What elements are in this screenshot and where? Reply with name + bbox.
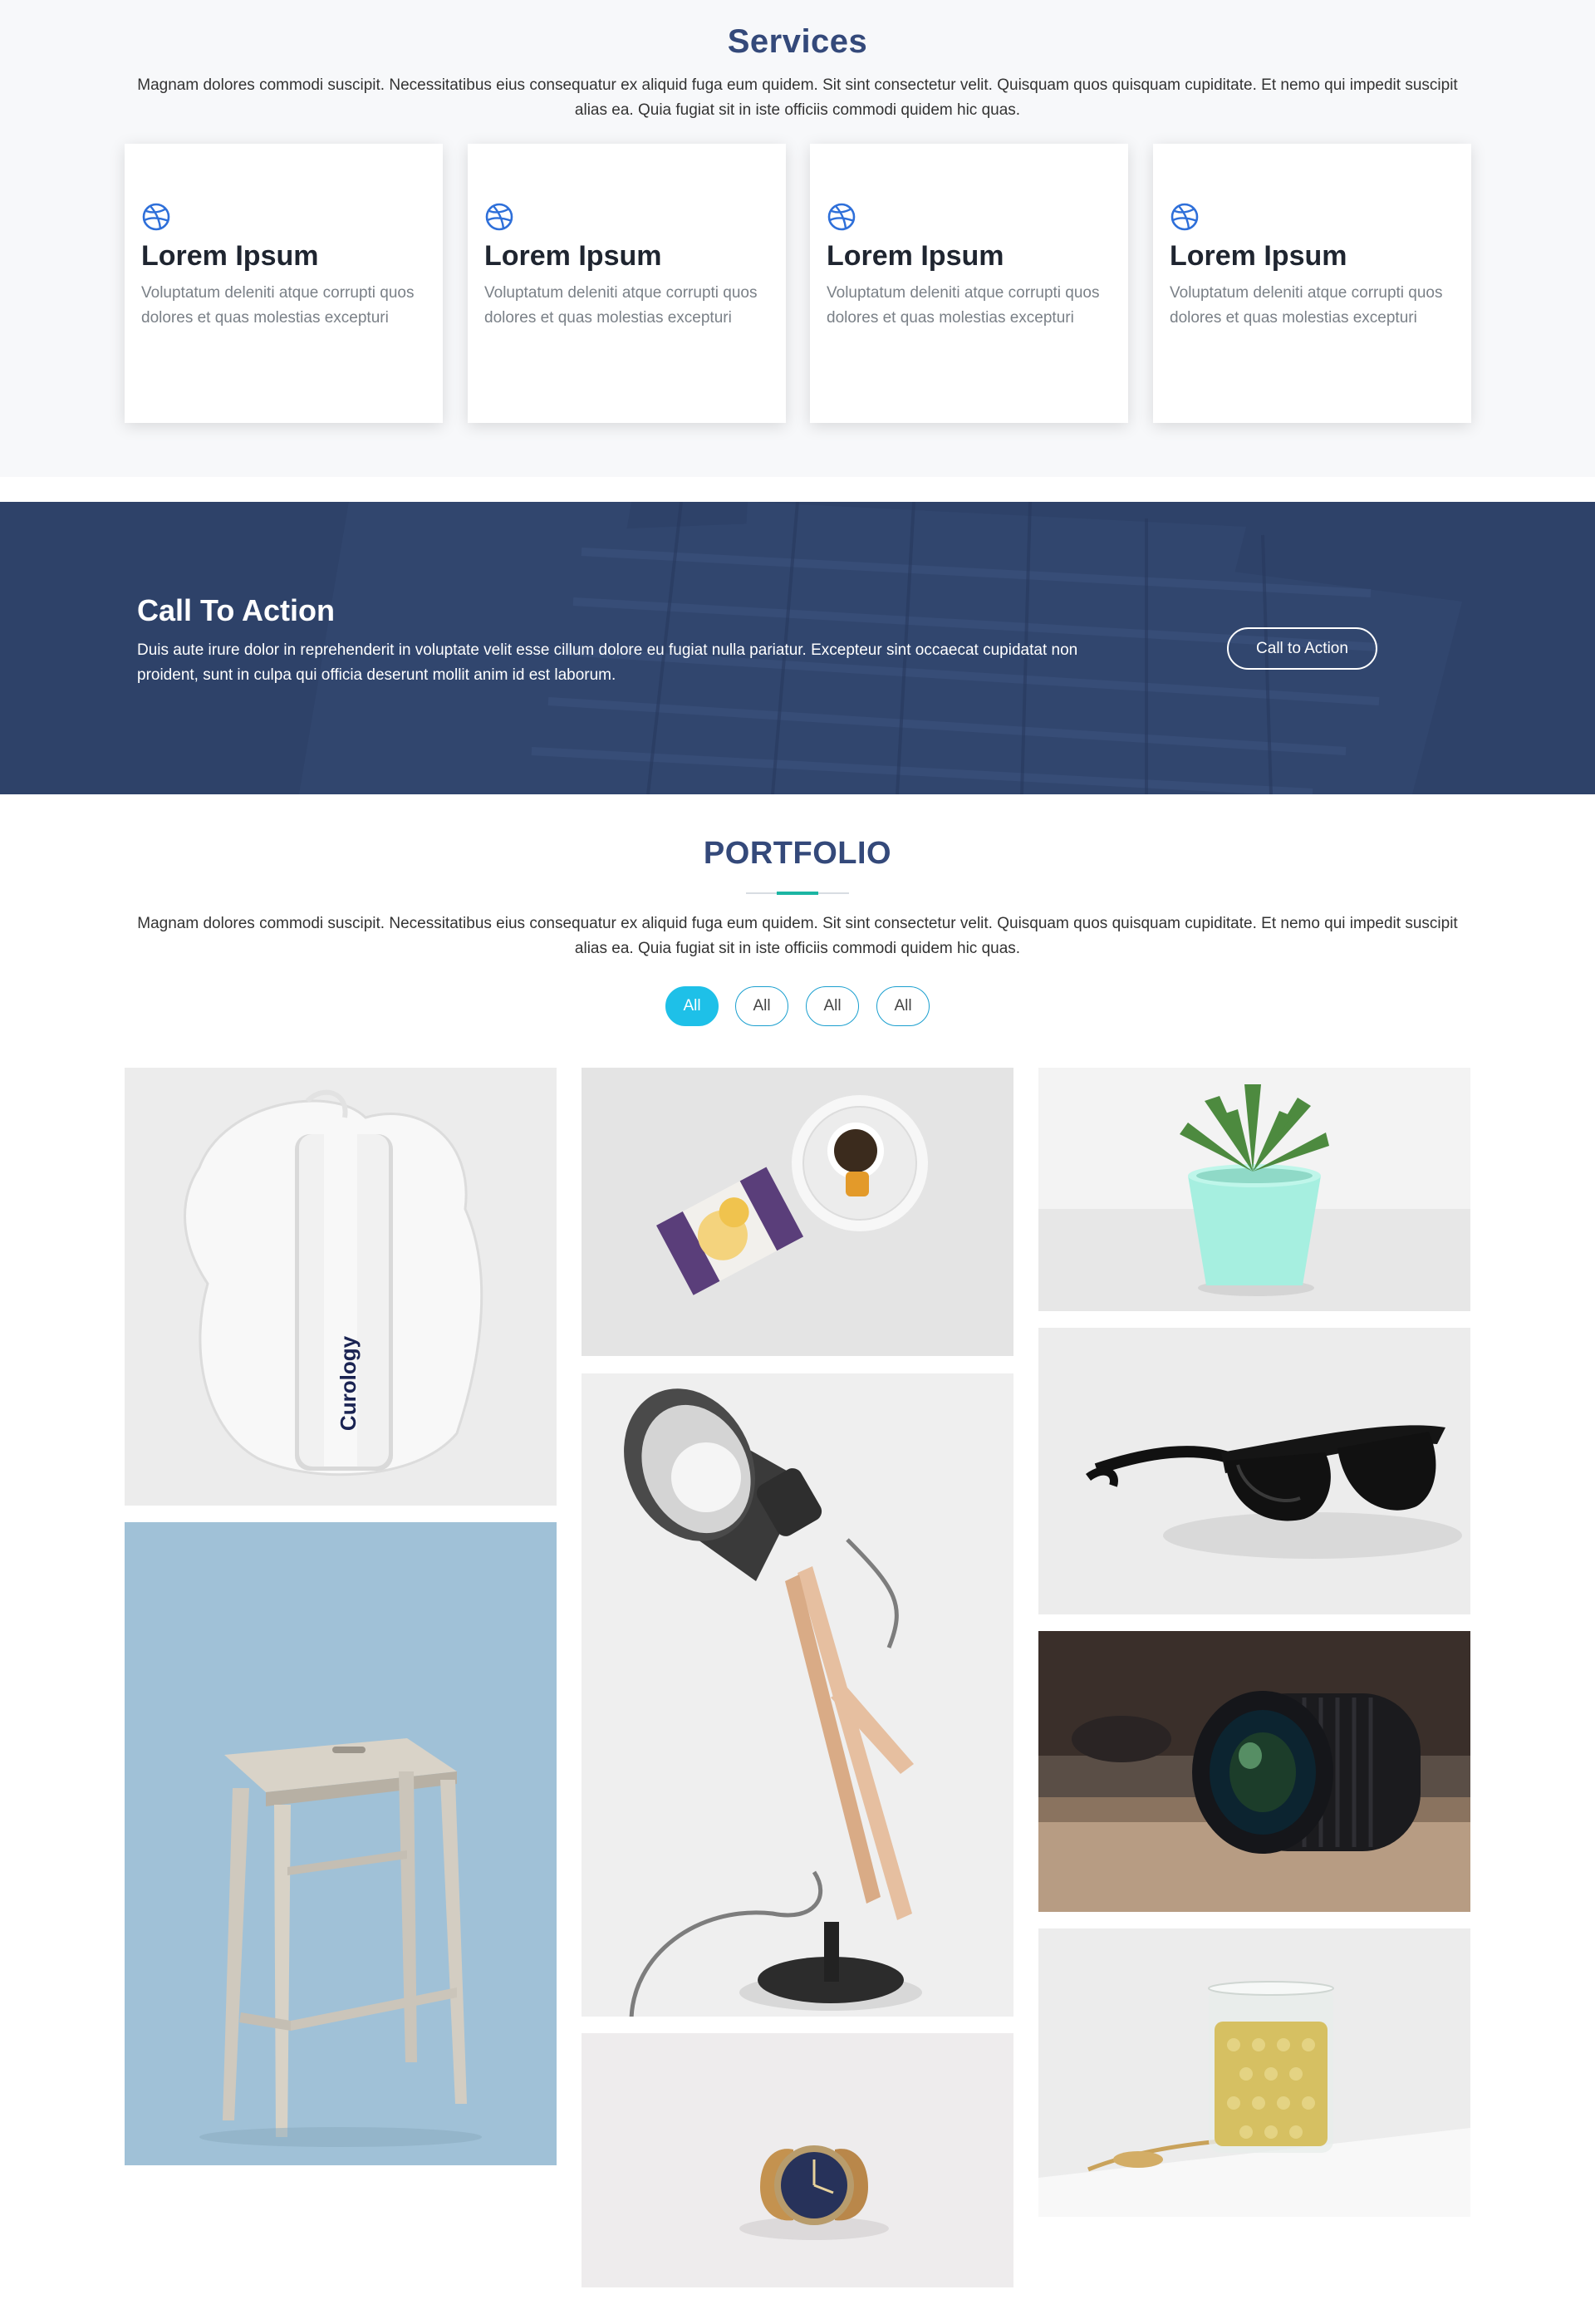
service-card-text: Voluptatum deleniti atque corrupti quos … [484, 284, 758, 327]
dribbble-icon [1170, 203, 1199, 231]
services-section: Services Magnam dolores commodi suscipit… [0, 0, 1595, 477]
services-title: Services [727, 23, 868, 60]
glass-of-tea-image[interactable] [1038, 1928, 1470, 2217]
portfolio-section: PORTFOLIO Magnam dolores commodi suscipi… [0, 794, 1595, 2324]
skincare-bottle-image[interactable]: Curology [125, 1068, 557, 1506]
service-card-title: Lorem Ipsum [827, 240, 1004, 272]
cta-title: Call To Action [137, 593, 335, 627]
portfolio-image [582, 1373, 1013, 2017]
service-card-title: Lorem Ipsum [484, 240, 662, 272]
service-card[interactable]: Lorem Ipsum Voluptatum deleniti atque co… [1153, 144, 1471, 423]
call-to-action-button[interactable]: Call to Action [1227, 627, 1377, 670]
service-card[interactable]: Lorem Ipsum Voluptatum deleniti atque co… [810, 144, 1128, 423]
portfolio-image [582, 2033, 1013, 2287]
service-card[interactable]: Lorem Ipsum Voluptatum deleniti atque co… [125, 144, 443, 423]
call-to-action-section: Call To Action Duis aute irure dolor in … [0, 502, 1595, 794]
wooden-stool-image[interactable] [125, 1522, 557, 2165]
sunglasses-image[interactable] [1038, 1328, 1470, 1614]
portfolio-image [1038, 1631, 1470, 1912]
filter-button[interactable]: All [735, 986, 788, 1026]
portfolio-image [1038, 1928, 1470, 2217]
tea-and-honey-image[interactable] [582, 1068, 1013, 1356]
service-card[interactable]: Lorem Ipsum Voluptatum deleniti atque co… [468, 144, 786, 423]
portfolio-image [1038, 1328, 1470, 1614]
portfolio-image [582, 1068, 1013, 1356]
filter-button[interactable]: All [876, 986, 930, 1026]
desk-lamp-image[interactable] [582, 1373, 1013, 2017]
portfolio-image: Curology [125, 1068, 557, 1506]
cta-text: Duis aute irure dolor in reprehenderit i… [137, 641, 1078, 684]
potted-succulent-image[interactable] [1038, 1068, 1470, 1311]
portfolio-image [1038, 1068, 1470, 1311]
services-description: Magnam dolores commodi suscipit. Necessi… [137, 76, 1458, 119]
filter-button[interactable]: All [665, 986, 719, 1026]
portfolio-title: PORTFOLIO [703, 836, 892, 871]
service-card-title: Lorem Ipsum [1170, 240, 1347, 272]
service-card-text: Voluptatum deleniti atque corrupti quos … [1170, 284, 1443, 327]
service-card-text: Voluptatum deleniti atque corrupti quos … [827, 284, 1100, 327]
service-card-title: Lorem Ipsum [141, 240, 319, 272]
wristwatch-image[interactable] [582, 2033, 1013, 2287]
filter-button[interactable]: All [806, 986, 859, 1026]
camera-lens-image[interactable] [1038, 1631, 1470, 1912]
portfolio-image [125, 1522, 557, 2165]
dribbble-icon [827, 203, 856, 231]
curology-label: Curology [336, 1335, 361, 1431]
dribbble-icon [485, 203, 513, 231]
portfolio-description: Magnam dolores commodi suscipit. Necessi… [137, 915, 1458, 957]
title-underline-accent [777, 892, 818, 895]
service-card-text: Voluptatum deleniti atque corrupti quos … [141, 284, 415, 327]
dribbble-icon [142, 203, 170, 231]
